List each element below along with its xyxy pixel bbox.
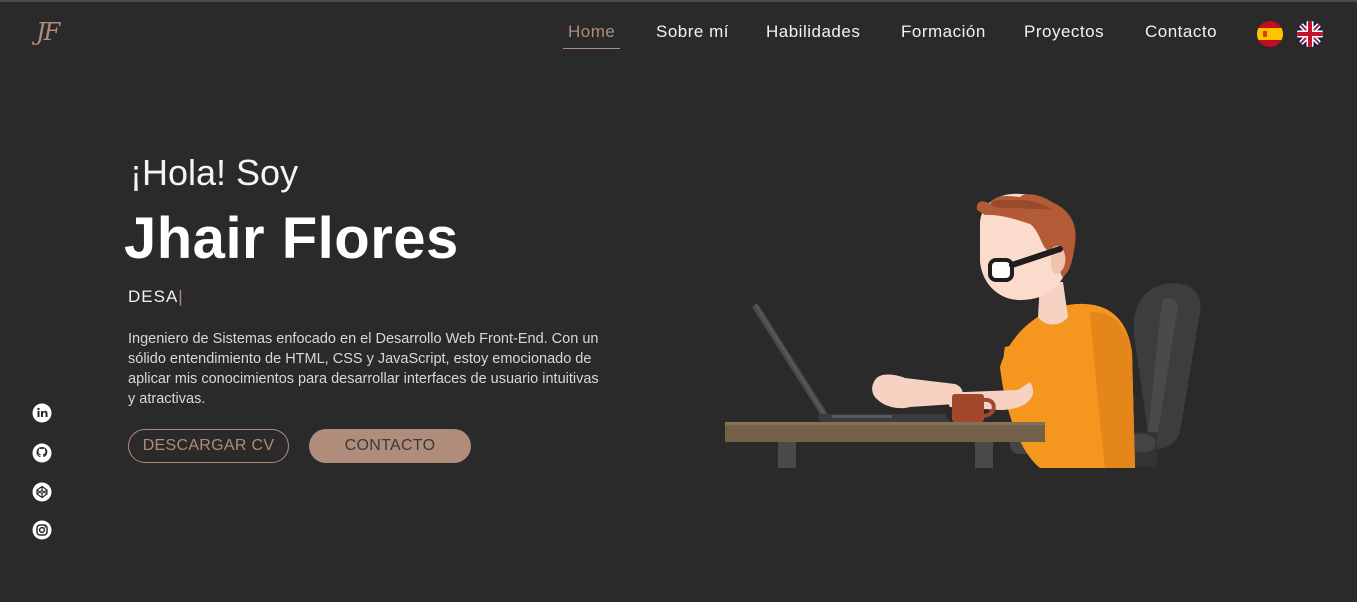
codepen-icon[interactable] xyxy=(32,482,52,502)
nav-habilidades[interactable]: Habilidades xyxy=(766,22,860,48)
linkedin-icon[interactable] xyxy=(32,403,52,423)
coffee-mug xyxy=(952,394,984,422)
nav-proyectos[interactable]: Proyectos xyxy=(1024,22,1104,48)
nav-contacto[interactable]: Contacto xyxy=(1145,22,1217,48)
hero-role-text: DESA xyxy=(128,287,179,306)
nav-sobre-mi[interactable]: Sobre mí xyxy=(656,22,729,48)
logo[interactable]: JF xyxy=(36,18,60,46)
github-icon[interactable] xyxy=(32,443,52,463)
typing-caret: | xyxy=(178,287,184,306)
nav-home[interactable]: Home xyxy=(563,22,621,49)
hero-description: Ingeniero de Sistemas enfocado en el Des… xyxy=(128,331,599,407)
hero-greeting: ¡Hola! Soy xyxy=(130,152,299,193)
download-cv-button[interactable]: DESCARGAR CV xyxy=(128,429,289,463)
instagram-icon[interactable] xyxy=(32,520,52,540)
desk-leg-right xyxy=(975,442,993,468)
contact-button[interactable]: CONTACTO xyxy=(309,429,471,463)
hand xyxy=(872,374,963,409)
hero-name: Jhair Flores xyxy=(124,206,459,271)
glasses-lens xyxy=(988,258,1014,282)
uk-flag-icon[interactable] xyxy=(1297,21,1323,47)
desk-leg-left xyxy=(778,442,796,468)
nav-formacion[interactable]: Formación xyxy=(901,22,986,48)
es-flag-icon[interactable] xyxy=(1257,21,1283,47)
developer-illustration xyxy=(725,193,1201,468)
hero-role: DESA| xyxy=(128,287,184,307)
